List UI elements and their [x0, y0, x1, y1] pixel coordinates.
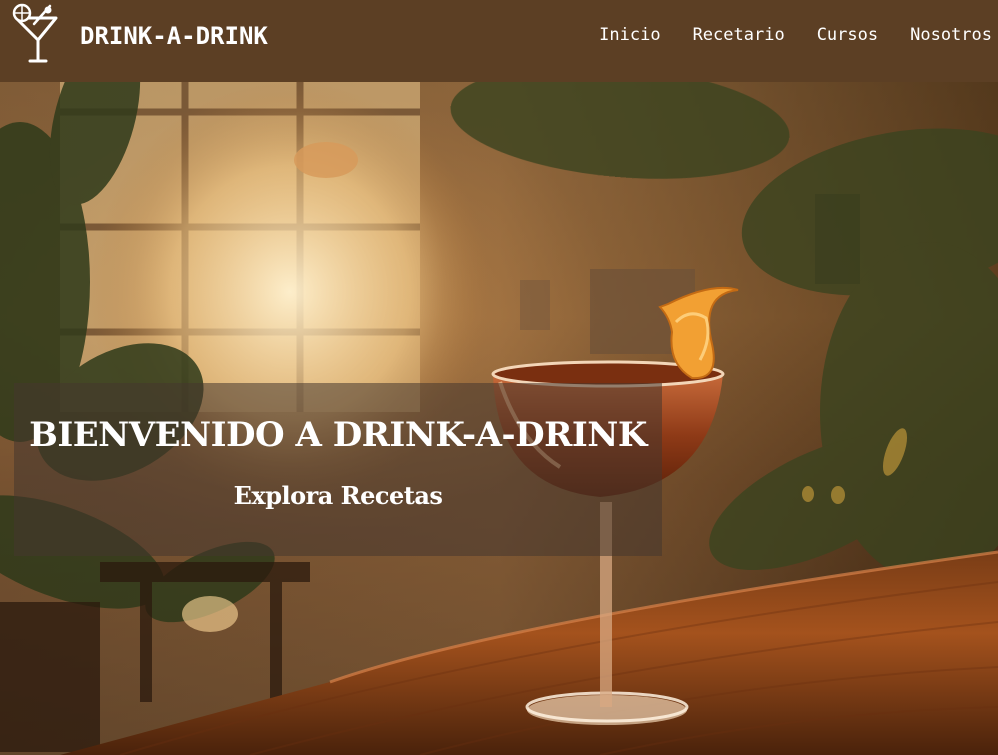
hero-title: BIENVENIDO A DRINK-A-DRINK: [29, 415, 647, 455]
hero-banner: BIENVENIDO A DRINK-A-DRINK Explora Recet…: [14, 383, 662, 556]
hero-section: BIENVENIDO A DRINK-A-DRINK Explora Recet…: [0, 82, 998, 755]
explore-recipes-link[interactable]: Explora Recetas: [14, 481, 662, 511]
nav-link-recetario[interactable]: Recetario: [693, 24, 785, 46]
nav-link-inicio[interactable]: Inicio: [599, 24, 660, 46]
nav-link-nosotros[interactable]: Nosotros: [910, 24, 992, 46]
navbar: DRINK-A-DRINK Inicio Recetario Cursos No…: [0, 0, 998, 82]
nav-link-cursos[interactable]: Cursos: [817, 24, 878, 46]
brand-name[interactable]: DRINK-A-DRINK: [80, 22, 268, 50]
cocktail-glass-icon[interactable]: [8, 2, 66, 66]
main-nav: Inicio Recetario Cursos Nosotros: [599, 24, 992, 46]
